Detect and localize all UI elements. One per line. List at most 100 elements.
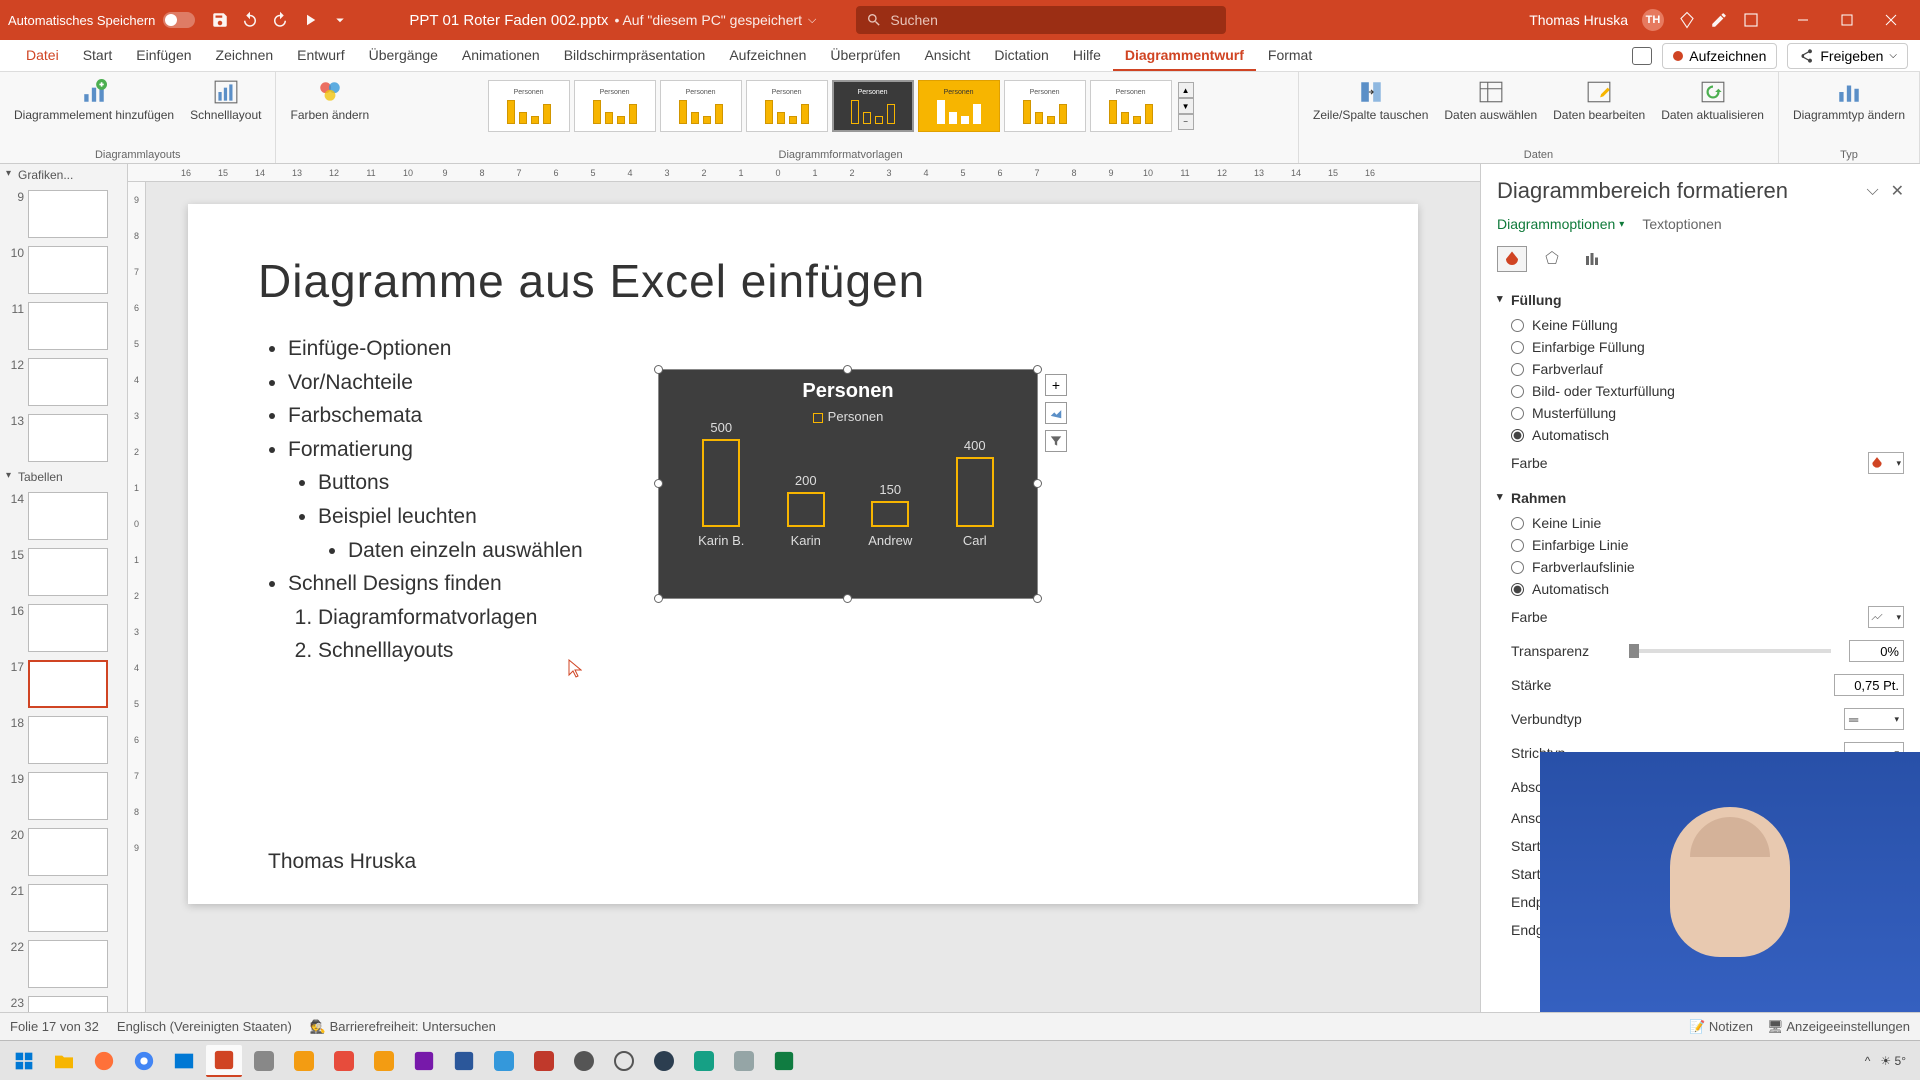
slide-thumbnail-panel[interactable]: Grafiken... 910111213 Tabellen 141516171… (0, 164, 128, 1012)
tray-chevron-icon[interactable]: ^ (1865, 1054, 1871, 1068)
share-button[interactable]: Freigeben⌵ (1787, 43, 1908, 69)
slide-canvas[interactable]: Diagramme aus Excel einfügen Einfüge-Opt… (188, 204, 1418, 904)
maximize-button[interactable] (1826, 4, 1868, 36)
save-icon[interactable] (211, 11, 229, 29)
user-avatar[interactable]: TH (1642, 9, 1664, 31)
effects-icon[interactable] (1537, 246, 1567, 272)
slide-thumb-20[interactable]: 20 (0, 824, 127, 880)
style-thumb-3[interactable]: Personen (660, 80, 742, 132)
fill-line-icon[interactable] (1497, 246, 1527, 272)
add-chart-element-button[interactable]: Diagrammelement hinzufügen (8, 76, 180, 124)
line-color-picker[interactable]: ▾ (1868, 606, 1904, 628)
slide-thumb-12[interactable]: 12 (0, 354, 127, 410)
start-button[interactable] (6, 1045, 42, 1077)
search-input[interactable] (890, 12, 1216, 28)
transparency-slider[interactable] (1629, 649, 1831, 653)
more-icon[interactable] (331, 11, 349, 29)
task-app-6[interactable] (526, 1045, 562, 1077)
minimize-button[interactable] (1782, 4, 1824, 36)
task-app-1[interactable] (246, 1045, 282, 1077)
fill-color-picker[interactable]: ▾ (1868, 452, 1904, 474)
chart-elements-button[interactable]: + (1045, 374, 1067, 396)
section-tables[interactable]: Tabellen (0, 466, 127, 488)
search-box[interactable] (856, 6, 1226, 34)
undo-icon[interactable] (241, 11, 259, 29)
slide-thumb-14[interactable]: 14 (0, 488, 127, 544)
chart-title[interactable]: Personen (659, 370, 1037, 403)
radio-gradient-line[interactable] (1511, 561, 1524, 574)
change-colors-button[interactable]: Farben ändern (284, 76, 375, 124)
tab-insert[interactable]: Einfügen (124, 40, 203, 71)
style-thumb-4[interactable]: Personen (746, 80, 828, 132)
task-firefox[interactable] (86, 1045, 122, 1077)
task-explorer[interactable] (46, 1045, 82, 1077)
slide-thumb-16[interactable]: 16 (0, 600, 127, 656)
chart-styles-button[interactable] (1045, 402, 1067, 424)
task-app-9[interactable] (646, 1045, 682, 1077)
switch-row-col-button[interactable]: Zeile/Spalte tauschen (1307, 76, 1434, 124)
window-icon[interactable] (1742, 11, 1760, 29)
resize-handle-br[interactable] (1033, 594, 1042, 603)
status-display-settings[interactable]: 🖥 Anzeigeeinstellungen (1767, 1019, 1910, 1035)
slide-author[interactable]: Thomas Hruska (268, 850, 416, 874)
radio-auto-fill[interactable] (1511, 429, 1524, 442)
section-fill[interactable]: Füllung (1497, 282, 1904, 314)
style-thumb-6[interactable]: Personen (918, 80, 1000, 132)
task-app-5[interactable] (486, 1045, 522, 1077)
task-powerpoint[interactable] (206, 1045, 242, 1077)
resize-handle-tr[interactable] (1033, 365, 1042, 374)
status-notes[interactable]: 📝 Notizen (1689, 1019, 1753, 1035)
slide-thumb-18[interactable]: 18 (0, 712, 127, 768)
radio-solid-line[interactable] (1511, 539, 1524, 552)
tab-record[interactable]: Aufzeichnen (717, 40, 818, 71)
task-app-4[interactable] (366, 1045, 402, 1077)
edit-data-button[interactable]: Daten bearbeiten (1547, 76, 1651, 124)
tab-slideshow[interactable]: Bildschirmpräsentation (552, 40, 718, 71)
chart-filter-button[interactable] (1045, 430, 1067, 452)
pen-icon[interactable] (1710, 11, 1728, 29)
tab-draw[interactable]: Zeichnen (204, 40, 286, 71)
resize-handle-tc[interactable] (843, 365, 852, 374)
tab-review[interactable]: Überprüfen (818, 40, 912, 71)
tray-weather[interactable]: ☀ 5° (1880, 1054, 1906, 1068)
tab-dictation[interactable]: Dictation (982, 40, 1060, 71)
task-app-8[interactable] (606, 1045, 642, 1077)
tab-file[interactable]: Datei (14, 40, 71, 71)
width-input[interactable] (1834, 674, 1904, 696)
pane-close-button[interactable]: ✕ (1891, 181, 1904, 201)
task-app-2[interactable] (286, 1045, 322, 1077)
transparency-input[interactable] (1849, 640, 1904, 662)
slide-thumb-22[interactable]: 22 (0, 936, 127, 992)
section-graphics[interactable]: Grafiken... (0, 164, 127, 186)
tab-start[interactable]: Start (71, 40, 125, 71)
task-app-11[interactable] (726, 1045, 762, 1077)
resize-handle-bl[interactable] (654, 594, 663, 603)
tab-transitions[interactable]: Übergänge (357, 40, 450, 71)
refresh-data-button[interactable]: Daten aktualisieren (1655, 76, 1770, 124)
status-accessibility[interactable]: 🕵 Barrierefreiheit: Untersuchen (310, 1019, 496, 1035)
tab-design[interactable]: Entwurf (285, 40, 356, 71)
redo-icon[interactable] (271, 11, 289, 29)
close-button[interactable] (1870, 4, 1912, 36)
slide-thumb-21[interactable]: 21 (0, 880, 127, 936)
diamond-icon[interactable] (1678, 11, 1696, 29)
slide-thumb-17[interactable]: 17 (0, 656, 127, 712)
radio-pattern-fill[interactable] (1511, 407, 1524, 420)
autosave-toggle[interactable] (163, 12, 195, 28)
radio-no-line[interactable] (1511, 517, 1524, 530)
compound-dropdown[interactable]: ═▾ (1844, 708, 1904, 730)
chart-object[interactable]: Personen Personen 500Karin B.200Karin150… (658, 369, 1038, 599)
gallery-up-button[interactable]: ▲ (1178, 82, 1194, 98)
tab-format[interactable]: Format (1256, 40, 1324, 71)
tab-help[interactable]: Hilfe (1061, 40, 1113, 71)
task-chrome[interactable] (126, 1045, 162, 1077)
title-dropdown-icon[interactable]: ⌵ (808, 14, 816, 27)
pane-tab-chart-options[interactable]: Diagrammoptionen▾ (1497, 216, 1624, 232)
pane-tab-text-options[interactable]: Textoptionen (1642, 216, 1721, 232)
chart-plot-area[interactable]: 500Karin B.200Karin150Andrew400Carl (659, 424, 1037, 554)
task-onenote[interactable] (406, 1045, 442, 1077)
task-excel[interactable] (766, 1045, 802, 1077)
resize-handle-tl[interactable] (654, 365, 663, 374)
section-border[interactable]: Rahmen (1497, 480, 1904, 512)
radio-no-fill[interactable] (1511, 319, 1524, 332)
